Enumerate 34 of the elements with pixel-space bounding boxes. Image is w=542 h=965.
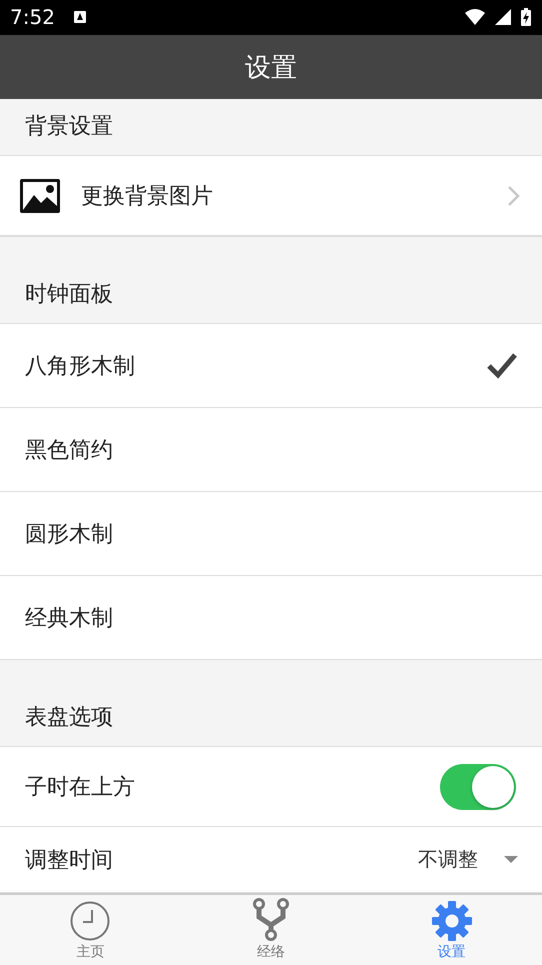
section-header: 背景设置 <box>25 113 113 142</box>
image-icon <box>19 178 61 214</box>
status-time: 7:52 <box>10 5 55 30</box>
row-label: 八角形木制 <box>25 352 135 381</box>
row-label: 黑色简约 <box>25 436 113 465</box>
dropdown-value[interactable]: 不调整 <box>418 846 478 874</box>
row-label: 更换背景图片 <box>81 182 213 211</box>
settings-row[interactable]: 子时在上方 <box>0 747 542 828</box>
settings-row[interactable]: 圆形木制 <box>0 492 542 576</box>
screen-title: 设置 <box>245 52 297 85</box>
tab-item[interactable]: 设置 <box>361 895 542 965</box>
settings-row[interactable]: 黑色简约 <box>0 408 542 492</box>
section-header: 时钟面板 <box>25 281 113 310</box>
wifi-icon <box>464 8 486 26</box>
branch-icon <box>252 897 290 941</box>
tab-item[interactable]: 经络 <box>180 895 362 965</box>
row-label: 子时在上方 <box>25 774 135 802</box>
tab-item[interactable]: 主页 <box>0 895 181 965</box>
gear-icon <box>432 901 472 941</box>
section-header: 表盘选项 <box>25 704 113 732</box>
row-label: 圆形木制 <box>25 520 113 549</box>
notification-icon <box>72 10 87 24</box>
toggle-switch[interactable] <box>440 764 516 810</box>
signal-icon <box>494 8 512 26</box>
settings-row[interactable]: 经典木制 <box>0 576 542 660</box>
chevron-right-icon <box>507 184 520 207</box>
battery-icon <box>520 7 532 28</box>
row-label: 调整时间 <box>25 846 113 875</box>
settings-row[interactable]: 八角形木制 <box>0 324 542 408</box>
settings-row[interactable]: 调整时间 不调整 <box>0 827 542 894</box>
settings-row[interactable]: 更换背景图片 <box>0 156 542 238</box>
clock-icon <box>70 901 110 941</box>
dropdown-caret-icon <box>504 856 518 864</box>
row-label: 经典木制 <box>25 604 113 633</box>
